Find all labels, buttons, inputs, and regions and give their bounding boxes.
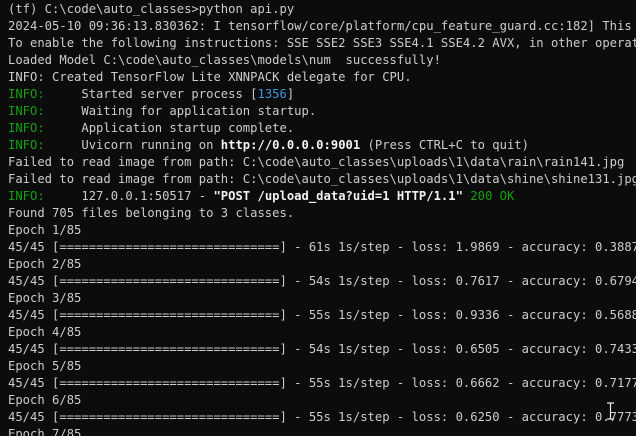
process-id: 1356	[257, 87, 287, 101]
log-text: Uvicorn running on	[44, 138, 221, 152]
console-line: INFO: Started server process [1356]	[0, 86, 636, 103]
epoch-progress: 45/45 [==============================] -…	[8, 376, 636, 390]
log-text: Application startup complete.	[44, 121, 295, 135]
epoch-progress: 45/45 [==============================] -…	[8, 410, 636, 424]
console-line: Failed to read image from path: C:\code\…	[8, 155, 625, 169]
console-line: Failed to read image from path: C:\code\…	[8, 172, 636, 186]
log-text: (Press CTRL+C to quit)	[360, 138, 529, 152]
epoch-header: Epoch 6/85	[8, 393, 82, 407]
log-text: Started server process [	[44, 87, 258, 101]
console-line: INFO: Created TensorFlow Lite XNNPACK de…	[8, 70, 412, 84]
epoch-progress: 45/45 [==============================] -…	[8, 240, 636, 254]
console-line: Found 705 files belonging to 3 classes.	[8, 206, 295, 220]
text-cursor-icon	[606, 402, 615, 420]
epoch-progress: 45/45 [==============================] -…	[8, 342, 636, 356]
info-tag: INFO:	[8, 189, 45, 203]
epoch-header: Epoch 4/85	[8, 325, 82, 339]
server-url[interactable]: http://0.0.0.0:9001	[221, 138, 360, 152]
http-request: "POST /upload_data?uid=1 HTTP/1.1"	[213, 189, 463, 203]
log-text: 127.0.0.1:50517 -	[44, 189, 214, 203]
epoch-header: Epoch 7/85	[8, 427, 82, 436]
console-line: INFO: Waiting for application startup.	[0, 103, 636, 120]
info-tag: INFO:	[8, 87, 45, 101]
console-line: Loaded Model C:\code\auto_classes\models…	[8, 53, 441, 67]
info-tag: INFO:	[8, 104, 45, 118]
console-line: 2024-05-10 09:36:13.830362: I tensorflow…	[8, 19, 636, 33]
log-text: Waiting for application startup.	[44, 104, 317, 118]
epoch-header: Epoch 1/85	[8, 223, 82, 237]
epoch-header: Epoch 3/85	[8, 291, 82, 305]
epoch-progress: 45/45 [==============================] -…	[8, 274, 636, 288]
terminal-output[interactable]: (tf) C:\code\auto_classes>python api.py …	[0, 0, 636, 436]
http-status: 200 OK	[470, 189, 515, 203]
log-text: ]	[286, 87, 295, 101]
console-line: INFO: Uvicorn running on http://0.0.0.0:…	[0, 137, 636, 154]
console-line: INFO: 127.0.0.1:50517 - "POST /upload_da…	[0, 188, 636, 205]
epoch-header: Epoch 2/85	[8, 257, 82, 271]
console-line: INFO: Application startup complete.	[0, 120, 636, 137]
epoch-header: Epoch 5/85	[8, 359, 82, 373]
info-tag: INFO:	[8, 121, 45, 135]
epoch-progress: 45/45 [==============================] -…	[8, 308, 636, 322]
info-tag: INFO:	[8, 138, 45, 152]
console-line: (tf) C:\code\auto_classes>python api.py	[8, 2, 295, 16]
console-line: To enable the following instructions: SS…	[8, 36, 636, 50]
